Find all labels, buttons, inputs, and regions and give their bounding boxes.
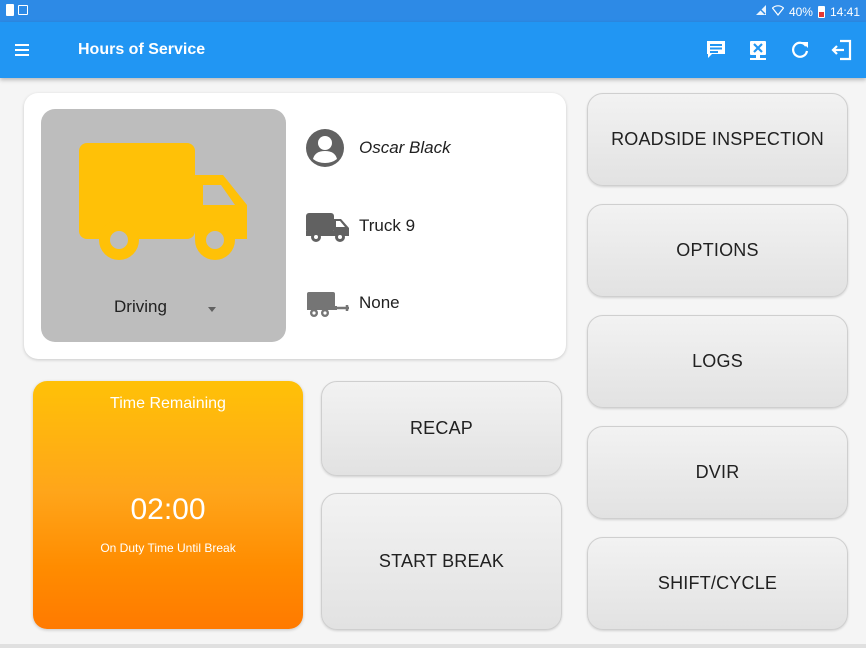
bottom-divider bbox=[0, 644, 866, 648]
duty-status-label: Driving bbox=[114, 297, 167, 316]
driver-name: Oscar Black bbox=[359, 138, 451, 157]
truck-icon bbox=[79, 143, 247, 260]
message-icon[interactable] bbox=[700, 34, 732, 66]
trailer-name: None bbox=[359, 293, 400, 312]
notification-icon bbox=[6, 4, 14, 16]
refresh-icon[interactable] bbox=[784, 34, 816, 66]
time-remaining-subtitle: On Duty Time Until Break bbox=[100, 541, 236, 555]
shift-cycle-button[interactable]: SHIFT/CYCLE bbox=[587, 537, 848, 630]
vehicle-icon bbox=[305, 206, 351, 246]
logout-icon[interactable] bbox=[826, 34, 858, 66]
device-disconnected-icon[interactable] bbox=[742, 34, 774, 66]
screenshot-icon bbox=[18, 5, 28, 15]
app-bar: Hours of Service bbox=[0, 22, 866, 78]
dvir-button[interactable]: DVIR bbox=[587, 426, 848, 519]
vehicle-name: Truck 9 bbox=[359, 216, 416, 235]
battery-percent: 40% bbox=[788, 4, 813, 19]
page-title: Hours of Service bbox=[78, 41, 206, 58]
trailer-icon bbox=[305, 283, 351, 323]
options-button[interactable]: OPTIONS bbox=[587, 204, 848, 297]
vehicle-info: Truck 9 bbox=[305, 206, 415, 246]
roadside-inspection-button[interactable]: ROADSIDE INSPECTION bbox=[587, 93, 848, 186]
recap-button[interactable]: RECAP bbox=[321, 381, 562, 476]
account-icon bbox=[305, 128, 351, 168]
signal-muted-icon bbox=[755, 4, 767, 19]
battery-icon bbox=[817, 5, 825, 18]
clock: 14:41 bbox=[829, 4, 860, 19]
app-screen: 40% 14:41 Hours of Service Driving Oscar… bbox=[0, 0, 866, 648]
time-remaining-card[interactable]: Time Remaining 02:00 On Duty Time Until … bbox=[33, 381, 303, 629]
time-remaining-value: 02:00 bbox=[130, 493, 206, 526]
time-remaining-title: Time Remaining bbox=[110, 395, 226, 412]
trailer-info: None bbox=[305, 283, 400, 323]
status-bar: 40% 14:41 bbox=[0, 0, 866, 22]
chevron-down-icon bbox=[208, 307, 216, 312]
wifi-icon bbox=[771, 4, 785, 19]
logs-button[interactable]: LOGS bbox=[587, 315, 848, 408]
start-break-button[interactable]: START BREAK bbox=[321, 493, 562, 630]
driver-info: Oscar Black bbox=[305, 128, 451, 168]
duty-status-selector[interactable]: Driving bbox=[41, 109, 286, 342]
menu-icon[interactable] bbox=[10, 36, 38, 64]
